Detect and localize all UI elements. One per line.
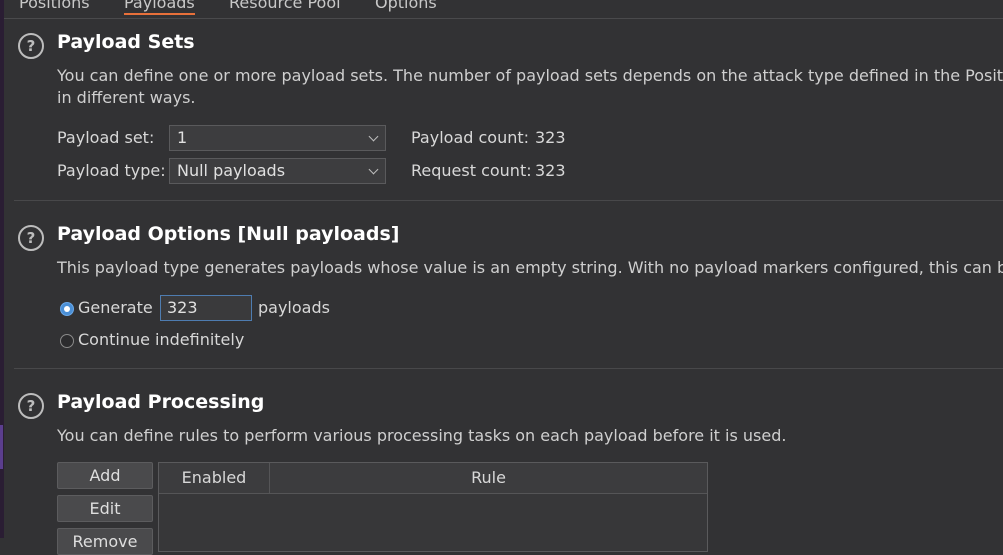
- tab-resource-pool[interactable]: Resource Pool: [229, 0, 341, 12]
- tab-positions[interactable]: Positions: [19, 0, 90, 12]
- help-icon[interactable]: ?: [18, 393, 44, 419]
- request-count-value: 323: [535, 161, 566, 180]
- tab-bar: Positions Payloads Resource Pool Options: [4, 0, 1003, 19]
- payload-type-value: Null payloads: [177, 161, 286, 180]
- generate-radio[interactable]: [60, 302, 74, 316]
- payload-processing-description: You can define rules to perform various …: [57, 426, 787, 445]
- column-header-enabled[interactable]: Enabled: [159, 463, 270, 493]
- payload-sets-description-line1: You can define one or more payload sets.…: [57, 66, 1003, 85]
- payload-type-select[interactable]: Null payloads: [169, 158, 386, 184]
- column-header-rule[interactable]: Rule: [270, 463, 707, 493]
- payload-processing-title: Payload Processing: [57, 391, 265, 413]
- section-divider: [14, 200, 1003, 201]
- payload-options-title: Payload Options [Null payloads]: [57, 223, 400, 245]
- generate-count-input[interactable]: 323: [160, 295, 252, 321]
- help-icon[interactable]: ?: [18, 225, 44, 251]
- request-count-label: Request count:: [411, 161, 532, 180]
- tab-options[interactable]: Options: [375, 0, 437, 12]
- edit-button[interactable]: Edit: [57, 495, 153, 522]
- payload-options-description: This payload type generates payloads who…: [57, 258, 1003, 277]
- chevron-down-icon: [368, 131, 379, 142]
- payload-count-label: Payload count:: [411, 128, 530, 147]
- payload-set-label: Payload set:: [57, 128, 155, 147]
- edge-accent: [0, 425, 3, 469]
- payload-set-value: 1: [177, 128, 188, 147]
- payload-set-select[interactable]: 1: [169, 125, 386, 151]
- add-button[interactable]: Add: [57, 462, 153, 489]
- continue-indefinitely-label: Continue indefinitely: [78, 330, 245, 349]
- payload-sets-title: Payload Sets: [57, 31, 195, 53]
- section-divider: [14, 368, 1003, 369]
- tab-payloads[interactable]: Payloads: [124, 0, 195, 15]
- help-icon[interactable]: ?: [18, 33, 44, 59]
- continue-indefinitely-radio[interactable]: [60, 334, 74, 348]
- generate-label: Generate: [78, 298, 153, 317]
- window-edge: [0, 0, 4, 538]
- processing-rules-table[interactable]: Enabled Rule: [158, 462, 708, 552]
- payloads-suffix-label: payloads: [258, 298, 330, 317]
- table-header: Enabled Rule: [159, 463, 707, 494]
- payload-sets-description-line2: in different ways.: [57, 88, 196, 107]
- payload-count-value: 323: [535, 128, 566, 147]
- remove-button[interactable]: Remove: [57, 528, 153, 555]
- payload-type-label: Payload type:: [57, 161, 166, 180]
- chevron-down-icon: [368, 164, 379, 175]
